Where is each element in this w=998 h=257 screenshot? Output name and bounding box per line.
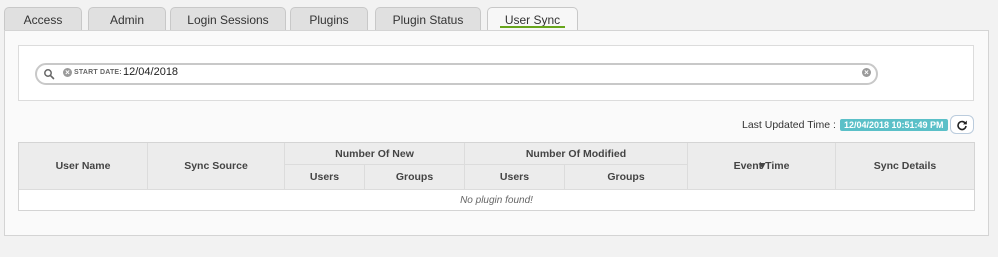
tab-label: Plugins — [309, 12, 349, 27]
user-sync-table: User Name Sync Source Number Of New Numb… — [18, 142, 975, 211]
tab-access[interactable]: Access — [4, 7, 82, 31]
tab-label: Admin — [109, 12, 144, 27]
search-container: × START DATE: 12/04/2018 × — [18, 45, 974, 101]
empty-table-message: No plugin found! — [460, 195, 533, 206]
tab-label: User Sync — [504, 12, 561, 27]
user-sync-panel: × START DATE: 12/04/2018 × Last Updated … — [4, 30, 989, 236]
tab-label: Login Sessions — [187, 12, 269, 27]
column-modified-users: Users — [465, 165, 565, 190]
column-label: Groups — [395, 171, 434, 183]
column-label: Users — [309, 171, 340, 183]
column-label: Sync Source — [184, 160, 248, 172]
column-label: Sync Details — [873, 160, 937, 172]
last-updated-badge: 12/04/2018 10:51:49 PM — [839, 119, 948, 131]
column-label: Users — [499, 171, 530, 183]
clear-search-icon[interactable]: × — [862, 68, 871, 77]
active-tab-indicator — [500, 26, 565, 28]
filter-label: START DATE: — [74, 69, 122, 76]
remove-filter-icon[interactable]: × — [63, 68, 72, 77]
column-new-groups: Groups — [365, 165, 465, 190]
column-group-number-of-modified: Number Of Modified — [465, 143, 688, 165]
last-updated: Last Updated Time : 12/04/2018 10:51:49 … — [742, 118, 948, 132]
tab-plugins[interactable]: Plugins — [290, 7, 368, 31]
filter-value[interactable]: 12/04/2018 — [123, 66, 178, 78]
tab-label: Plugin Status — [392, 12, 464, 27]
search-input[interactable]: × START DATE: 12/04/2018 × — [35, 63, 878, 85]
refresh-icon — [957, 120, 967, 130]
sort-desc-icon: ▼ — [757, 160, 768, 172]
tab-admin[interactable]: Admin — [88, 7, 166, 31]
column-user-name: User Name — [19, 143, 148, 190]
column-label: User Name — [55, 160, 111, 172]
column-label: Groups — [607, 171, 645, 183]
column-modified-groups: Groups — [565, 165, 688, 190]
tab-user-sync[interactable]: User Sync — [487, 7, 578, 31]
tab-plugin-status[interactable]: Plugin Status — [375, 7, 481, 31]
refresh-button[interactable] — [950, 115, 974, 134]
column-new-users: Users — [285, 165, 365, 190]
last-updated-label: Last Updated Time : — [742, 119, 836, 131]
tab-login-sessions[interactable]: Login Sessions — [170, 7, 286, 31]
column-label: Number Of New — [335, 147, 414, 160]
column-sync-details: Sync Details — [836, 143, 974, 190]
search-icon — [44, 69, 55, 80]
column-group-number-of-new: Number Of New — [285, 143, 465, 165]
tab-label: Access — [23, 12, 63, 27]
column-sync-source: Sync Source — [148, 143, 285, 190]
column-event-time[interactable]: Event Time ▼ — [688, 143, 836, 190]
column-label: Number Of Modified — [525, 147, 627, 160]
